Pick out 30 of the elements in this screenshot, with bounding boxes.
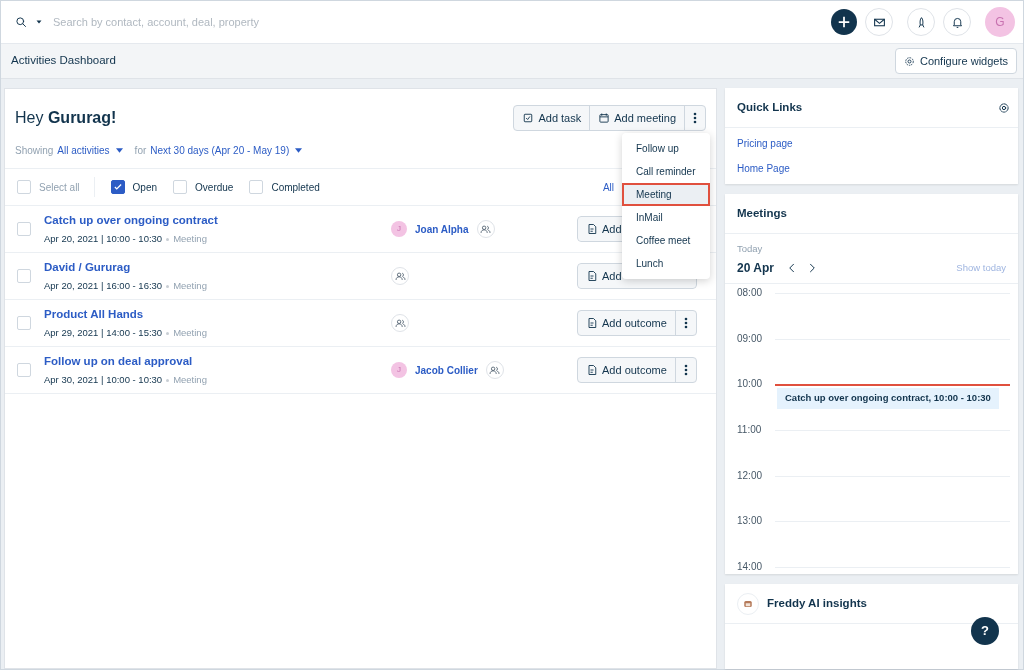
date-label: 20 Apr [737,260,774,278]
hour-label: 11:00 [737,425,763,436]
hour-label: 12:00 [737,470,764,481]
card-title: Freddy AI insights [767,596,867,612]
activity-type: Meeting [173,326,207,340]
filter-option-label: Open [132,180,158,195]
contact-avatar: J [391,221,407,237]
select-all-label: Select all [39,180,80,195]
filter-label: for [134,144,147,158]
activity-date: Apr 30, 2021 | 10:00 - 10:30 [44,373,163,387]
hour-label: 08:00 [737,288,764,299]
filter-option-label: Overdue [195,180,234,195]
hour-label: 14:00 [737,561,764,572]
hour-label: 13:00 [737,516,764,527]
activity-type: Meeting [173,232,207,246]
filter-label: Showing [15,144,54,158]
greeting: Hey Gururag! [15,108,117,128]
card-title: Meetings [737,205,787,221]
filter-option-label: Completed [271,180,320,195]
today-label: Today [737,242,764,256]
hour-label: 09:00 [737,333,764,344]
page-title: Activities Dashboard [11,53,116,69]
card-title: Quick Links [737,99,803,115]
hour-label: 10:00 [737,379,764,390]
activity-date: Apr 29, 2021 | 14:00 - 15:30 [44,326,163,340]
activity-date: Apr 20, 2021 | 10:00 - 10:30 [44,232,163,246]
activity-type: Meeting [173,279,207,293]
contact-avatar: J [391,362,407,378]
activity-date: Apr 20, 2021 | 16:00 - 16:30 [44,279,163,293]
activity-type: Meeting [173,373,207,387]
